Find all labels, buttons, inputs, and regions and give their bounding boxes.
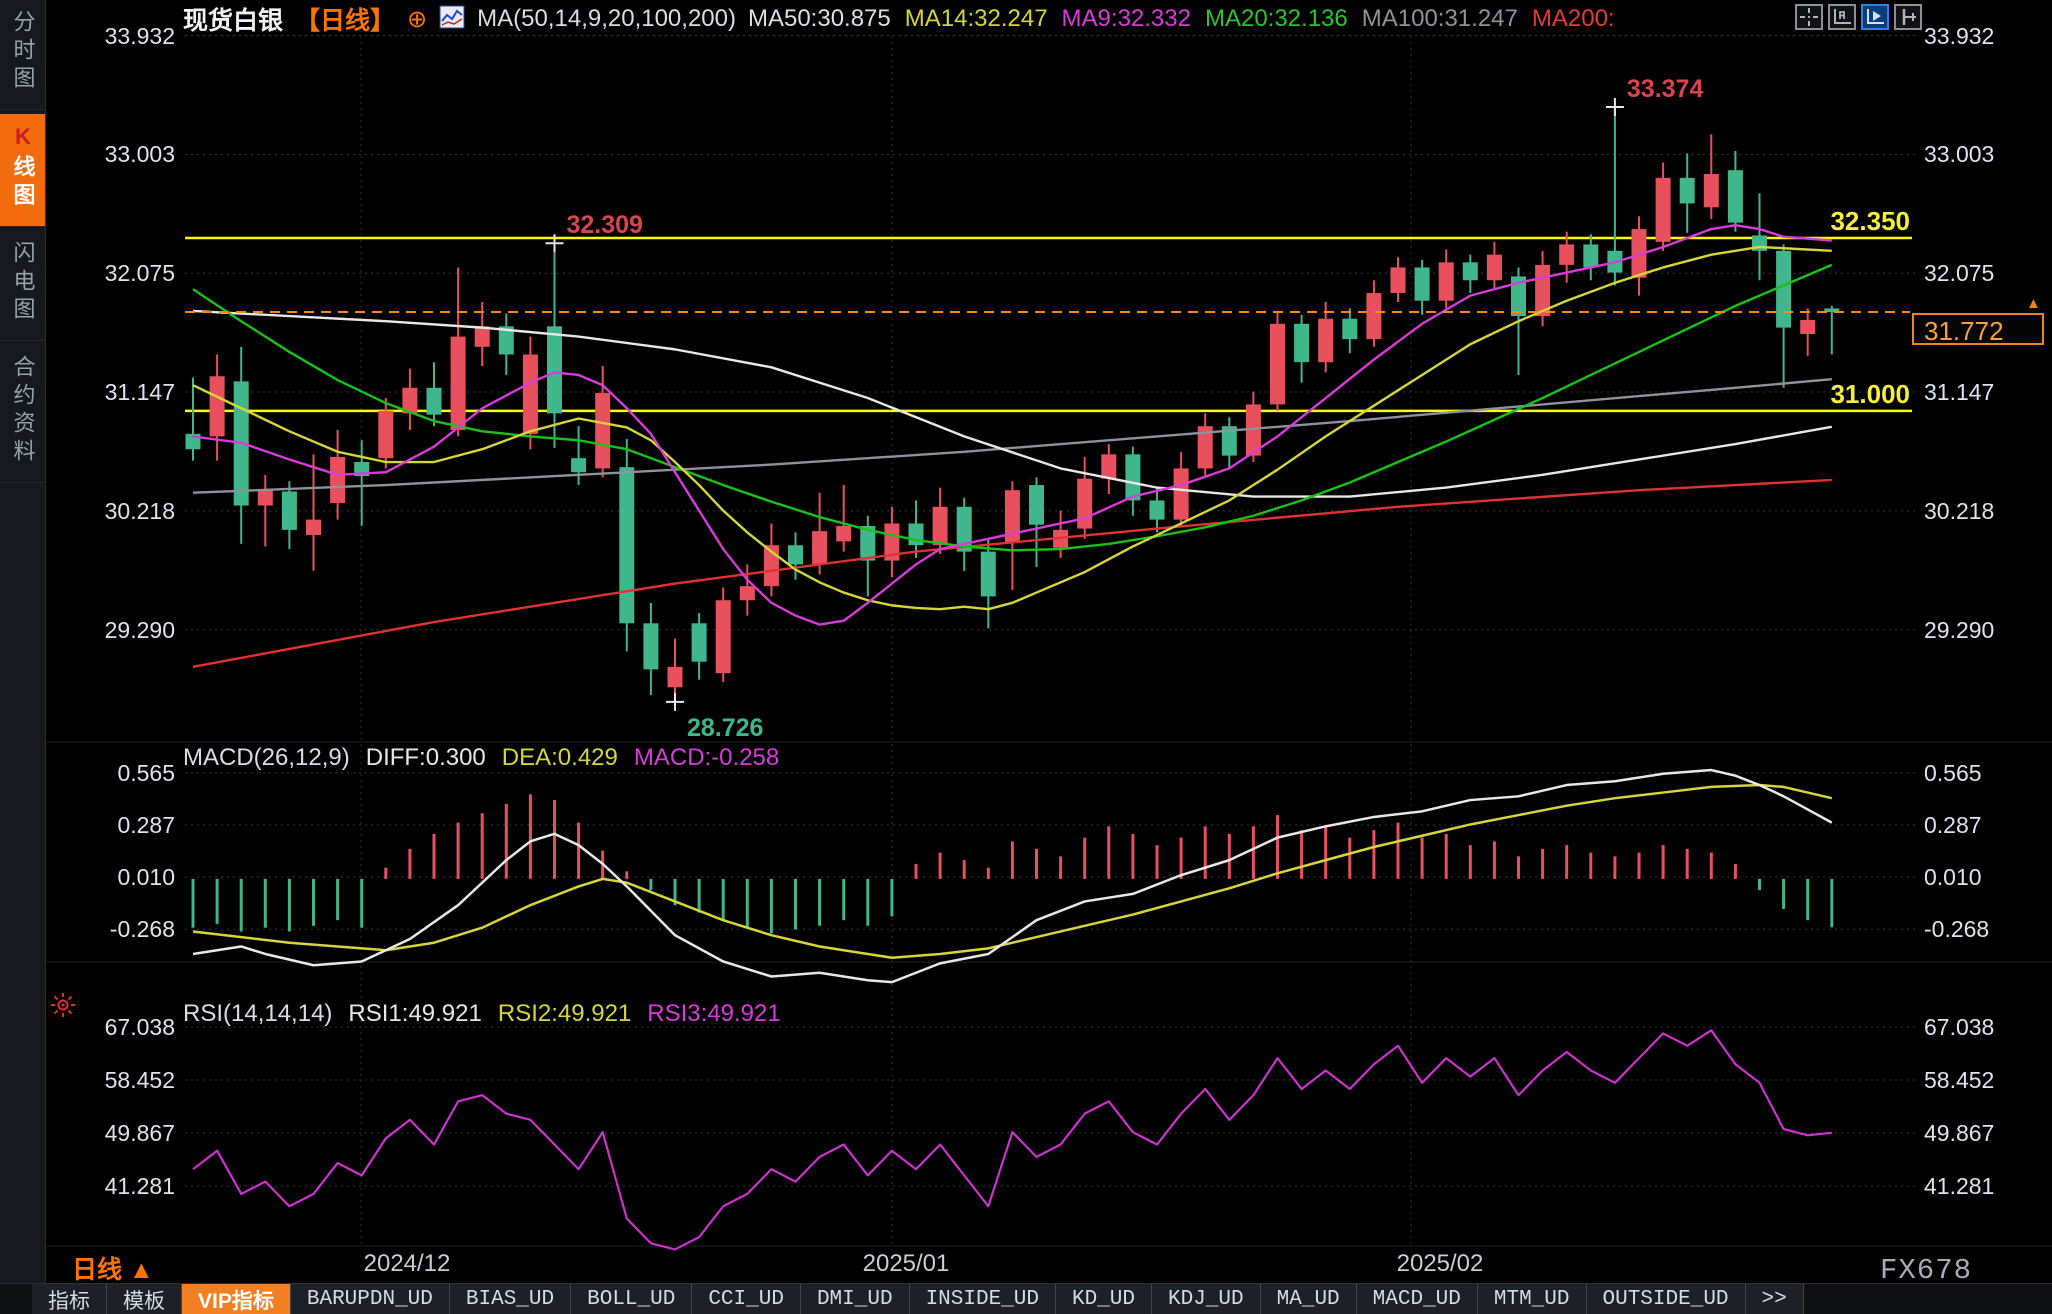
macd-axis-label-left: 0.565 (45, 760, 175, 786)
indicator-tab-MA_UD[interactable]: MA_UD (1261, 1284, 1357, 1314)
macd-dea-value: DEA:0.429 (502, 744, 618, 772)
rsi-line (193, 1030, 1832, 1249)
symbol-name: 现货白银 (183, 1, 283, 37)
current-price-box: 31.772 (1912, 313, 2044, 345)
macd-header: MACD(26,12,9) DIFF:0.300 DEA:0.429 MACD:… (183, 744, 779, 772)
indicator-tab-MACD_UD[interactable]: MACD_UD (1357, 1284, 1478, 1314)
rsi-header: RSI(14,14,14) RSI1:49.921 RSI2:49.921 RS… (183, 1000, 781, 1028)
indicator-tab-CCI_UD[interactable]: CCI_UD (692, 1284, 801, 1314)
macd-histogram (193, 794, 1832, 933)
indicator-tab-BOLL_UD[interactable]: BOLL_UD (571, 1284, 692, 1314)
rsi-axis-label-right: 67.038 (1924, 1014, 2050, 1040)
rsi1-value: RSI1:49.921 (348, 1000, 481, 1028)
macd-axis-label-right: 0.287 (1924, 812, 2050, 838)
period-selector[interactable]: 日线 ▲ (72, 1250, 154, 1286)
ma-value: MA20:32.136 (1205, 5, 1348, 33)
rsi-axis-label-left: 41.281 (45, 1173, 175, 1199)
indicator-tab->>[interactable]: >> (1746, 1284, 1804, 1314)
ma-value: MA50:30.875 (748, 5, 891, 33)
price-axis-label-left: 29.290 (45, 617, 175, 643)
macd-value: MACD:-0.258 (634, 744, 779, 772)
chart-header: 现货白银 【日线】 ⊕ MA(50,14,9,20,100,200) MA50:… (183, 5, 1615, 33)
date-axis-label: 2025/01 (863, 1250, 950, 1278)
extreme-price-label: 32.309 (567, 211, 643, 240)
macd-axis-label-left: -0.268 (45, 916, 175, 942)
axis-playhead-icon[interactable] (1861, 4, 1889, 30)
macd-axis-label-right: -0.268 (1924, 916, 2050, 942)
price-axis-label-left: 31.147 (45, 379, 175, 405)
price-axis-label-right: 33.003 (1924, 141, 2050, 167)
indicator-tab-BIAS_UD[interactable]: BIAS_UD (450, 1284, 571, 1314)
macd-title: MACD(26,12,9) (183, 744, 350, 772)
ma-lines (193, 225, 1832, 667)
extreme-price-label: 28.726 (687, 714, 763, 743)
macd-diff-value: DIFF:0.300 (366, 744, 486, 772)
indicator-tabbar: 指标模板VIP指标BARUPDN_UDBIAS_UDBOLL_UDCCI_UDD… (0, 1283, 2052, 1314)
indicator-tab-KDJ_UD[interactable]: KDJ_UD (1152, 1284, 1261, 1314)
date-axis-label: 2024/12 (364, 1250, 451, 1278)
ma-value: MA200: (1532, 5, 1615, 33)
alert-sun-icon[interactable] (50, 992, 76, 1023)
gridlines (46, 36, 2052, 1246)
ma-settings-label: MA(50,14,9,20,100,200) (477, 5, 736, 33)
rsi3-value: RSI3:49.921 (647, 1000, 780, 1028)
price-axis-label-right: 29.290 (1924, 617, 2050, 643)
rsi-title: RSI(14,14,14) (183, 1000, 332, 1028)
price-axis-label-left: 30.218 (45, 498, 175, 524)
sidebar-tab-合约资料[interactable]: 合约资料 (0, 345, 45, 483)
axis-shift-icon[interactable] (1894, 4, 1922, 30)
app-window: 分时图K线图闪电图合约资料 现货白银 【日线】 ⊕ MA(50,14,9,20,… (0, 0, 2052, 1314)
macd-axis-label-right: 0.010 (1924, 864, 2050, 890)
ma-value: MA100:31.247 (1362, 5, 1518, 33)
macd-axis-label-right: 0.565 (1924, 760, 2050, 786)
left-sidebar: 分时图K线图闪电图合约资料 (0, 0, 46, 1314)
level-price-label: 32.350 (1786, 206, 1910, 237)
price-axis-label-right: 30.218 (1924, 498, 2050, 524)
ma-value: MA14:32.247 (905, 5, 1048, 33)
indicator-tab-VIP指标[interactable]: VIP指标 (182, 1284, 291, 1314)
indicator-tab-INSIDE_UD[interactable]: INSIDE_UD (910, 1284, 1056, 1314)
crosshair-icon[interactable] (1795, 4, 1823, 30)
indicator-tab-BARUPDN_UD[interactable]: BARUPDN_UD (291, 1284, 450, 1314)
level-price-label: 31.000 (1786, 379, 1910, 410)
period-tag[interactable]: 【日线】 (295, 1, 395, 37)
price-axis-label-right: 32.075 (1924, 260, 2050, 286)
indicator-tab-指标[interactable]: 指标 (32, 1284, 107, 1314)
mini-chart-icon[interactable] (439, 5, 465, 34)
sidebar-tab-闪电图[interactable]: 闪电图 (0, 231, 45, 341)
price-axis-label-right: 33.932 (1924, 23, 2050, 49)
indicator-tab-模板[interactable]: 模板 (107, 1284, 182, 1314)
price-axis-label-left: 33.932 (45, 23, 175, 49)
date-axis-label: 2025/02 (1397, 1250, 1484, 1278)
price-axis-label-left: 32.075 (45, 260, 175, 286)
sidebar-tab-K线图[interactable]: K线图 (0, 114, 45, 227)
price-axis-label-left: 33.003 (45, 141, 175, 167)
chart-canvas[interactable] (0, 0, 2052, 1314)
macd-axis-label-left: 0.287 (45, 812, 175, 838)
rsi-axis-label-right: 41.281 (1924, 1173, 2050, 1199)
indicator-tab-DMI_UD[interactable]: DMI_UD (801, 1284, 910, 1314)
price-arrow-icon: ▲ (2026, 295, 2041, 312)
rsi-axis-label-left: 58.452 (45, 1067, 175, 1093)
chart-toolbar (1795, 4, 1922, 30)
price-axis-label-right: 31.147 (1924, 379, 2050, 405)
rsi-axis-label-left: 49.867 (45, 1120, 175, 1146)
indicator-tab-OUTSIDE_UD[interactable]: OUTSIDE_UD (1587, 1284, 1746, 1314)
extreme-price-label: 33.374 (1627, 75, 1703, 104)
axis-scale-icon[interactable] (1828, 4, 1856, 30)
compare-icon[interactable]: ⊕ (407, 5, 427, 34)
extreme-markers (546, 98, 1624, 711)
indicator-tab-MTM_UD[interactable]: MTM_UD (1478, 1284, 1587, 1314)
rsi2-value: RSI2:49.921 (498, 1000, 631, 1028)
ma-value: MA9:32.332 (1062, 5, 1191, 33)
rsi-axis-label-right: 58.452 (1924, 1067, 2050, 1093)
indicator-tab-KD_UD[interactable]: KD_UD (1056, 1284, 1152, 1314)
sidebar-tab-分时图[interactable]: 分时图 (0, 0, 45, 110)
rsi-axis-label-right: 49.867 (1924, 1120, 2050, 1146)
macd-axis-label-left: 0.010 (45, 864, 175, 890)
ma-values: MA50:30.875 MA14:32.247 MA9:32.332 MA20:32.… (748, 5, 1615, 33)
candles (186, 107, 1840, 702)
